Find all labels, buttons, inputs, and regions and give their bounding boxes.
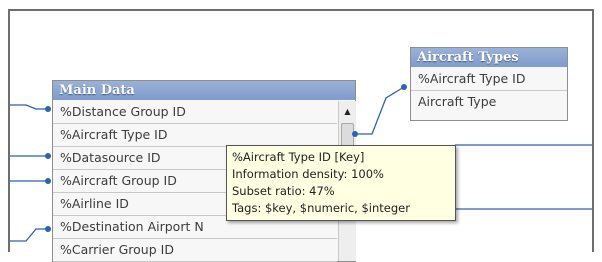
link-dot-destination [45,226,51,232]
link-dot-distance-group [45,106,51,112]
aircraft-types-table[interactable]: Aircraft Types %Aircraft Type ID Aircraf… [410,47,568,121]
main-data-title[interactable]: Main Data [53,81,355,100]
tooltip-line-key: %Aircraft Type ID [Key] [232,150,365,164]
table-viewer-canvas[interactable]: Main Data %Distance Group ID %Aircraft T… [0,0,602,262]
field-info-tooltip: %Aircraft Type ID [Key] Information dens… [226,145,456,221]
tooltip-line-subset: Subset ratio: 47% [232,184,335,198]
field-distance-group-id[interactable]: %Distance Group ID [53,101,337,124]
tooltip-line-density: Information density: 100% [232,167,384,181]
link-dot-aircraft-types [401,84,407,90]
link-left-destination [10,228,48,242]
scroll-up-arrow-icon[interactable]: ▲ [339,103,356,121]
field-aircraft-type-id-key[interactable]: %Aircraft Type ID [411,68,567,91]
field-carrier-group-id[interactable]: %Carrier Group ID [53,239,337,262]
link-left-distance-group [10,104,48,110]
link-dot-aircraft-type-right [352,131,358,137]
aircraft-types-title[interactable]: Aircraft Types [411,48,567,67]
link-dot-aircraft-group [45,178,51,184]
link-aircraft-type-id [355,86,405,135]
tooltip-line-tags: Tags: $key, $numeric, $integer [232,201,410,215]
field-aircraft-type[interactable]: Aircraft Type [411,91,567,113]
field-aircraft-type-id[interactable]: %Aircraft Type ID [53,124,337,147]
link-dot-datasource [45,153,51,159]
